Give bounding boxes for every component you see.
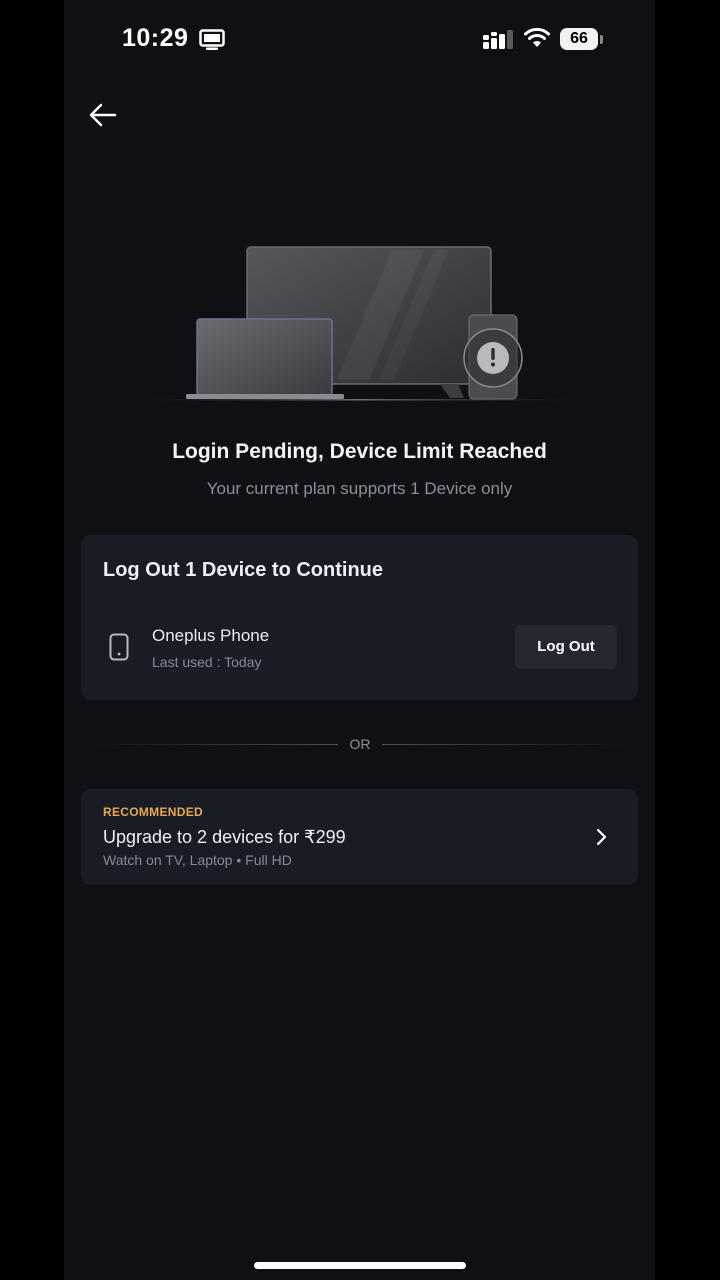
page-title: Login Pending, Device Limit Reached [172,440,547,463]
wifi-icon [524,27,550,47]
battery-icon: 66 [560,28,604,52]
recommended-badge: RECOMMENDED [103,805,203,819]
logout-devices-card: Log Out 1 Device to Continue Oneplus Pho… [81,535,638,700]
status-time: 10:29 [122,24,189,52]
upgrade-subtitle: Watch on TV, Laptop • Full HD [103,852,292,868]
phone-icon [109,633,129,661]
battery-tip [600,35,603,44]
or-divider: OR [90,733,630,757]
laptop-icon [186,318,344,399]
logout-button[interactable]: Log Out [515,625,617,669]
exclamation-icon [463,328,523,388]
status-bar: 10:29 66 [64,0,655,80]
chevron-right-icon[interactable] [593,827,609,847]
battery-level: 66 [560,28,598,50]
device-row: Oneplus Phone Last used : Today Log Out [103,623,618,675]
page-subtitle: Your current plan supports 1 Device only [206,479,513,498]
device-limit-illustration [144,246,574,401]
screen-mirror-icon [199,29,225,50]
device-name: Oneplus Phone [152,626,270,645]
divider-line [90,744,338,745]
arrow-left-icon[interactable] [86,98,120,132]
card-title: Log Out 1 Device to Continue [103,559,384,581]
signal-icon [483,30,513,49]
upgrade-plan-card[interactable]: RECOMMENDED Upgrade to 2 devices for ₹29… [81,789,638,885]
app-screen: 10:29 66 Login Pending, Device Limit Rea… [64,0,655,1280]
divider-label: OR [349,736,371,752]
device-last-used: Last used : Today [152,654,262,670]
home-indicator[interactable] [254,1262,466,1269]
upgrade-title: Upgrade to 2 devices for ₹299 [103,827,346,847]
divider-line [382,744,630,745]
